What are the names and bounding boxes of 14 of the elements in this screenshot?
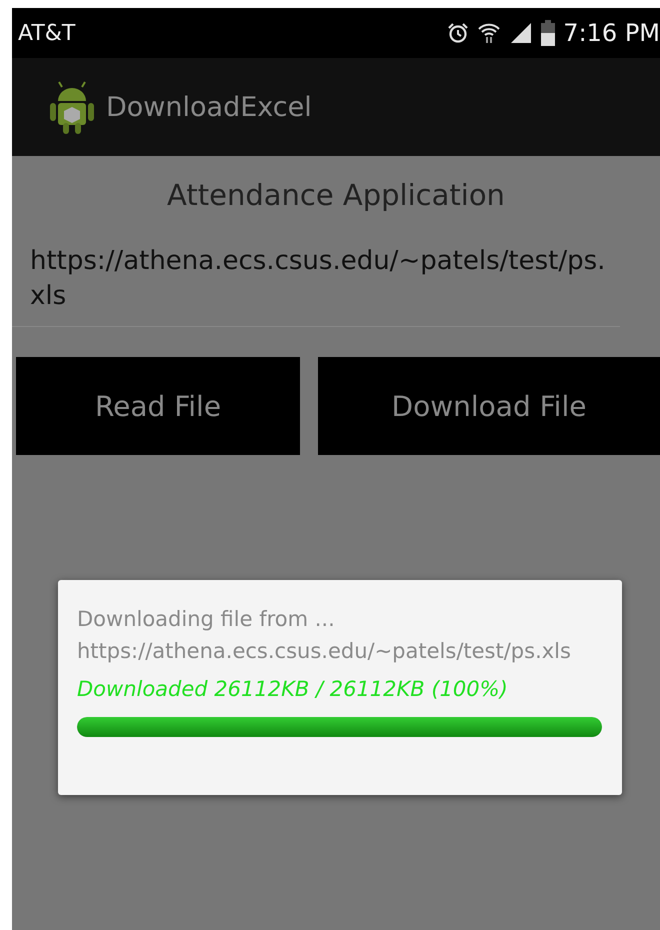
signal-icon (509, 21, 534, 45)
carrier-name: AT&T (18, 20, 76, 46)
dialog-message: Downloading file from ... https://athena.ecs.csus.edu/~patels/test/ps.xls (77, 606, 572, 664)
wifi-icon (477, 21, 502, 45)
action-button[interactable]: Download File (318, 357, 660, 456)
alarm-clock-icon (447, 22, 470, 44)
battery-icon (541, 20, 556, 46)
app-title: DownloadExcel (106, 92, 312, 122)
heading: Attendance Application (166, 177, 506, 214)
action-button[interactable]: Read File (16, 357, 300, 456)
clock-time: 7:16 PM (563, 19, 660, 47)
url-text: https://athena.ecs.csus.edu/~patels/test/ps.xls (12, 244, 620, 328)
android-robot-icon (50, 79, 94, 135)
progress-text: Downloaded 26112KB / 26112KB (100%) (77, 677, 509, 701)
